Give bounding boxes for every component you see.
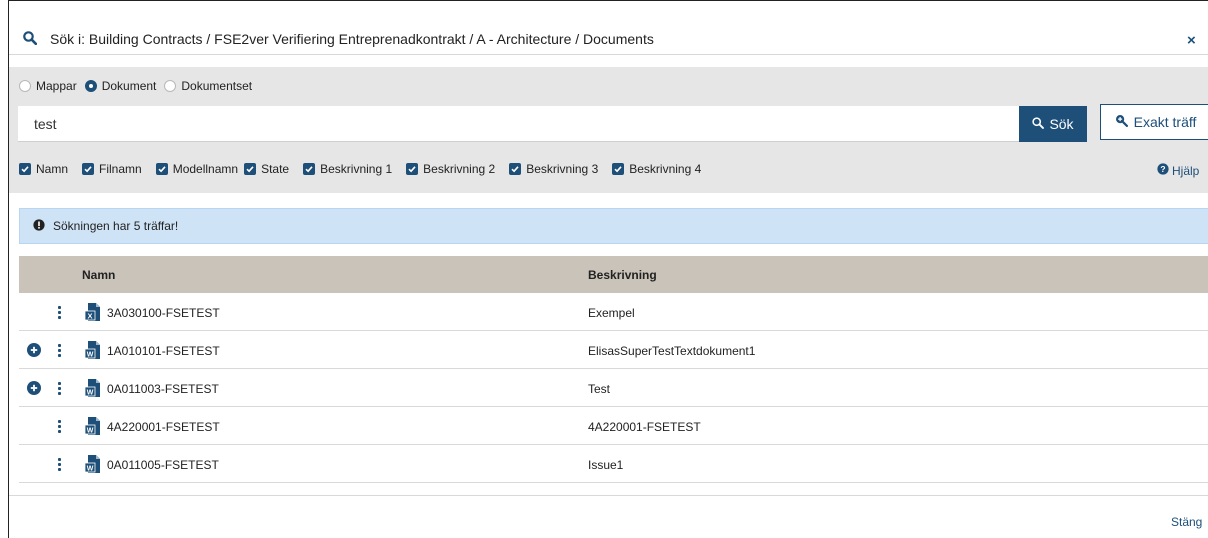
checkbox-label: State (261, 162, 290, 176)
field-checkbox-group: Namn Filnamn Modellnamn State Beskrivnin… (19, 162, 715, 176)
radio-label: Dokument (101, 79, 157, 93)
checkbox-label: Beskrivning 3 (526, 162, 599, 176)
checkbox-label: Modellnamn (172, 162, 239, 176)
word-file-icon: W (84, 341, 101, 362)
checkbox-modellnamn[interactable]: Modellnamn (155, 162, 239, 176)
row-description: 4A220001-FSETEST (588, 420, 701, 434)
exact-match-button[interactable]: Exakt träff (1100, 104, 1208, 140)
svg-text:W: W (87, 428, 94, 435)
checkbox-checked-icon[interactable] (244, 163, 257, 175)
checkbox-checked-icon[interactable] (406, 163, 419, 175)
svg-text:W: W (87, 466, 94, 473)
word-file-icon: W (84, 455, 101, 476)
search-button[interactable]: Sök (1019, 106, 1087, 142)
radio-label: Mappar (36, 79, 77, 93)
checkbox-beskrivning-2[interactable]: Beskrivning 2 (406, 162, 495, 176)
checkbox-state[interactable]: State (244, 162, 289, 176)
radio-button[interactable] (164, 80, 177, 92)
table-row[interactable]: X 3A030100-FSETEST Exempel (19, 293, 1208, 331)
word-file-icon: W (84, 379, 101, 400)
row-menu-icon[interactable] (56, 342, 62, 358)
checkbox-checked-icon[interactable] (19, 163, 31, 175)
checkbox-beskrivning-4[interactable]: Beskrivning 4 (612, 162, 701, 176)
row-name[interactable]: 3A030100-FSETEST (107, 306, 220, 320)
svg-text:W: W (87, 352, 94, 359)
row-name[interactable]: 0A011005-FSETEST (107, 458, 219, 472)
row-menu-icon[interactable] (56, 456, 62, 472)
row-menu-icon[interactable] (56, 418, 62, 434)
results-table: Namn Beskrivning X 3A030100-FSETEST Exem… (19, 256, 1208, 483)
row-name[interactable]: 0A011003-FSETEST (107, 382, 219, 396)
word-file-icon: W (84, 417, 101, 438)
row-description: Issue1 (588, 458, 624, 472)
results-alert: Sökningen har 5 träffar! (19, 208, 1208, 244)
svg-text:W: W (87, 390, 94, 397)
row-description: ElisasSuperTestTextdokument1 (588, 344, 756, 358)
row-name[interactable]: 4A220001-FSETEST (107, 420, 220, 434)
checkbox-label: Namn (36, 162, 69, 176)
checkbox-label: Beskrivning 2 (423, 162, 496, 176)
checkbox-checked-icon[interactable] (303, 163, 316, 175)
search-input[interactable] (18, 106, 1019, 142)
checkbox-beskrivning-3[interactable]: Beskrivning 3 (509, 162, 598, 176)
search-button-label: Sök (1049, 116, 1074, 132)
column-header-namn[interactable]: Namn (82, 268, 115, 282)
radio-mappar[interactable]: Mappar (19, 79, 77, 93)
table-header: Namn Beskrivning (19, 256, 1208, 293)
radio-label: Dokumentset (181, 79, 253, 93)
table-row[interactable]: W 1A010101-FSETEST ElisasSuperTestTextdo… (19, 331, 1208, 369)
radio-dokumentset[interactable]: Dokumentset (164, 79, 252, 93)
row-description: Test (588, 382, 611, 396)
row-description: Exempel (588, 306, 635, 320)
table-row[interactable]: W 0A011005-FSETEST Issue1 (19, 445, 1208, 483)
zoom-in-icon (1115, 114, 1128, 130)
checkbox-filnamn[interactable]: Filnamn (82, 162, 142, 176)
row-menu-icon[interactable] (56, 380, 62, 396)
help-label: Hjälp (1172, 163, 1200, 178)
search-icon (23, 31, 38, 48)
exact-match-label: Exakt träff (1133, 114, 1197, 130)
close-icon[interactable]: × (1187, 32, 1196, 49)
question-circle-icon: ? (1157, 163, 1169, 178)
footer-divider (9, 495, 1208, 496)
checkbox-beskrivning-1[interactable]: Beskrivning 1 (303, 162, 392, 176)
checkbox-checked-icon[interactable] (612, 163, 625, 175)
exclamation-circle-icon (33, 218, 45, 234)
radio-button[interactable] (84, 80, 97, 92)
close-button[interactable]: Stäng (1171, 515, 1202, 529)
row-menu-icon[interactable] (56, 304, 62, 320)
search-filter-panel: Mappar Dokument Dokumentset Sök Exakt tr… (9, 67, 1208, 193)
checkbox-namn[interactable]: Namn (19, 162, 68, 176)
checkbox-label: Filnamn (99, 162, 142, 176)
column-header-beskrivning[interactable]: Beskrivning (588, 268, 657, 282)
search-icon (1032, 116, 1045, 132)
dialog-header: Sök i: Building Contracts / FSE2ver Veri… (9, 1, 1208, 55)
scope-radio-group: Mappar Dokument Dokumentset (19, 79, 260, 93)
radio-dokument[interactable]: Dokument (84, 79, 157, 93)
svg-text:X: X (87, 312, 92, 321)
svg-text:?: ? (1160, 164, 1165, 174)
table-row[interactable]: W 4A220001-FSETEST 4A220001-FSETEST (19, 407, 1208, 445)
checkbox-checked-icon[interactable] (155, 163, 168, 175)
help-link[interactable]: ? Hjälp (1157, 163, 1199, 178)
checkbox-label: Beskrivning 1 (320, 162, 393, 176)
excel-file-icon: X (84, 303, 101, 324)
expand-plus-icon[interactable] (27, 381, 41, 395)
alert-text: Sökningen har 5 träffar! (53, 219, 179, 233)
expand-plus-icon[interactable] (27, 343, 41, 357)
radio-button[interactable] (19, 80, 31, 92)
table-row[interactable]: W 0A011003-FSETEST Test (19, 369, 1208, 407)
checkbox-label: Beskrivning 4 (629, 162, 702, 176)
checkbox-checked-icon[interactable] (509, 163, 522, 175)
checkbox-checked-icon[interactable] (82, 163, 95, 175)
dialog-title: Sök i: Building Contracts / FSE2ver Veri… (50, 31, 654, 47)
row-name[interactable]: 1A010101-FSETEST (107, 344, 220, 358)
search-dialog: Sök i: Building Contracts / FSE2ver Veri… (8, 0, 1208, 538)
